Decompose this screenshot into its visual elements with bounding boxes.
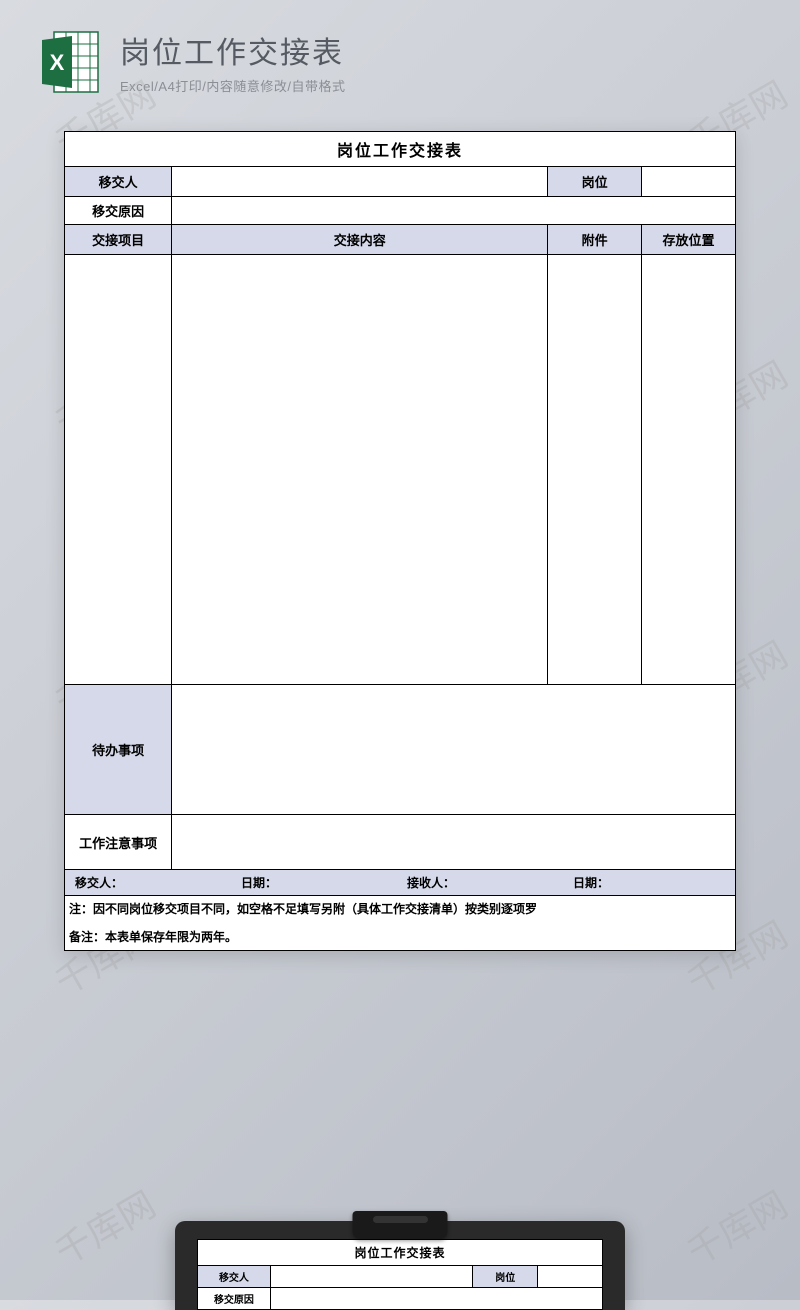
sig-date1: 日期： bbox=[237, 874, 403, 891]
transferrer-label: 移交人 bbox=[65, 167, 172, 197]
excel-icon: X bbox=[40, 30, 100, 94]
clipboard-preview: 岗位工作交接表 移交人 岗位 移交原因 bbox=[175, 1221, 625, 1310]
location-header: 存放位置 bbox=[642, 225, 736, 255]
signature-row: 移交人： 日期： 接收人： 日期： bbox=[65, 870, 736, 896]
handover-form-table: 岗位工作交接表 移交人 岗位 移交原因 交接项目 交接内容 附件 存放位置 待办… bbox=[64, 131, 736, 951]
reason-value[interactable] bbox=[172, 197, 736, 225]
mini-transferrer-value bbox=[270, 1266, 473, 1288]
mini-transferrer-label: 移交人 bbox=[198, 1266, 271, 1288]
worknotes-value[interactable] bbox=[172, 815, 736, 870]
page-header: X 岗位工作交接表 Excel/A4打印/内容随意修改/自带格式 bbox=[0, 0, 800, 109]
document-preview: 岗位工作交接表 移交人 岗位 移交原因 交接项目 交接内容 附件 存放位置 待办… bbox=[64, 131, 736, 951]
watermark: 千库网 bbox=[676, 1176, 796, 1275]
item-cell[interactable] bbox=[65, 255, 172, 685]
form-note2: 备注：本表单保存年限为两年。 bbox=[65, 923, 736, 951]
attachment-cell[interactable] bbox=[548, 255, 642, 685]
attachment-header: 附件 bbox=[548, 225, 642, 255]
mini-reason-value bbox=[270, 1288, 602, 1310]
reason-label: 移交原因 bbox=[65, 197, 172, 225]
form-title: 岗位工作交接表 bbox=[65, 132, 736, 167]
mini-reason-label: 移交原因 bbox=[198, 1288, 271, 1310]
mini-position-value bbox=[538, 1266, 603, 1288]
page-subtitle: Excel/A4打印/内容随意修改/自带格式 bbox=[120, 76, 346, 95]
content-header: 交接内容 bbox=[172, 225, 548, 255]
sig-transferrer: 移交人： bbox=[71, 874, 237, 891]
position-label: 岗位 bbox=[548, 167, 642, 197]
transferrer-value[interactable] bbox=[172, 167, 548, 197]
mini-position-label: 岗位 bbox=[473, 1266, 538, 1288]
position-value[interactable] bbox=[642, 167, 736, 197]
page-title: 岗位工作交接表 bbox=[120, 28, 346, 72]
clipboard-clip-icon bbox=[353, 1211, 448, 1239]
mini-title: 岗位工作交接表 bbox=[198, 1240, 603, 1266]
pending-value[interactable] bbox=[172, 685, 736, 815]
form-note1: 注：因不同岗位移交项目不同，如空格不足填写另附（具体工作交接清单）按类别逐项罗 bbox=[65, 896, 736, 923]
watermark: 千库网 bbox=[44, 1176, 164, 1275]
item-header: 交接项目 bbox=[65, 225, 172, 255]
worknotes-label: 工作注意事项 bbox=[65, 815, 172, 870]
location-cell[interactable] bbox=[642, 255, 736, 685]
content-cell[interactable] bbox=[172, 255, 548, 685]
sig-receiver: 接收人： bbox=[403, 874, 569, 891]
sig-date2: 日期： bbox=[569, 874, 735, 891]
svg-text:X: X bbox=[50, 50, 65, 75]
mini-form-table: 岗位工作交接表 移交人 岗位 移交原因 bbox=[197, 1239, 603, 1310]
pending-label: 待办事项 bbox=[65, 685, 172, 815]
